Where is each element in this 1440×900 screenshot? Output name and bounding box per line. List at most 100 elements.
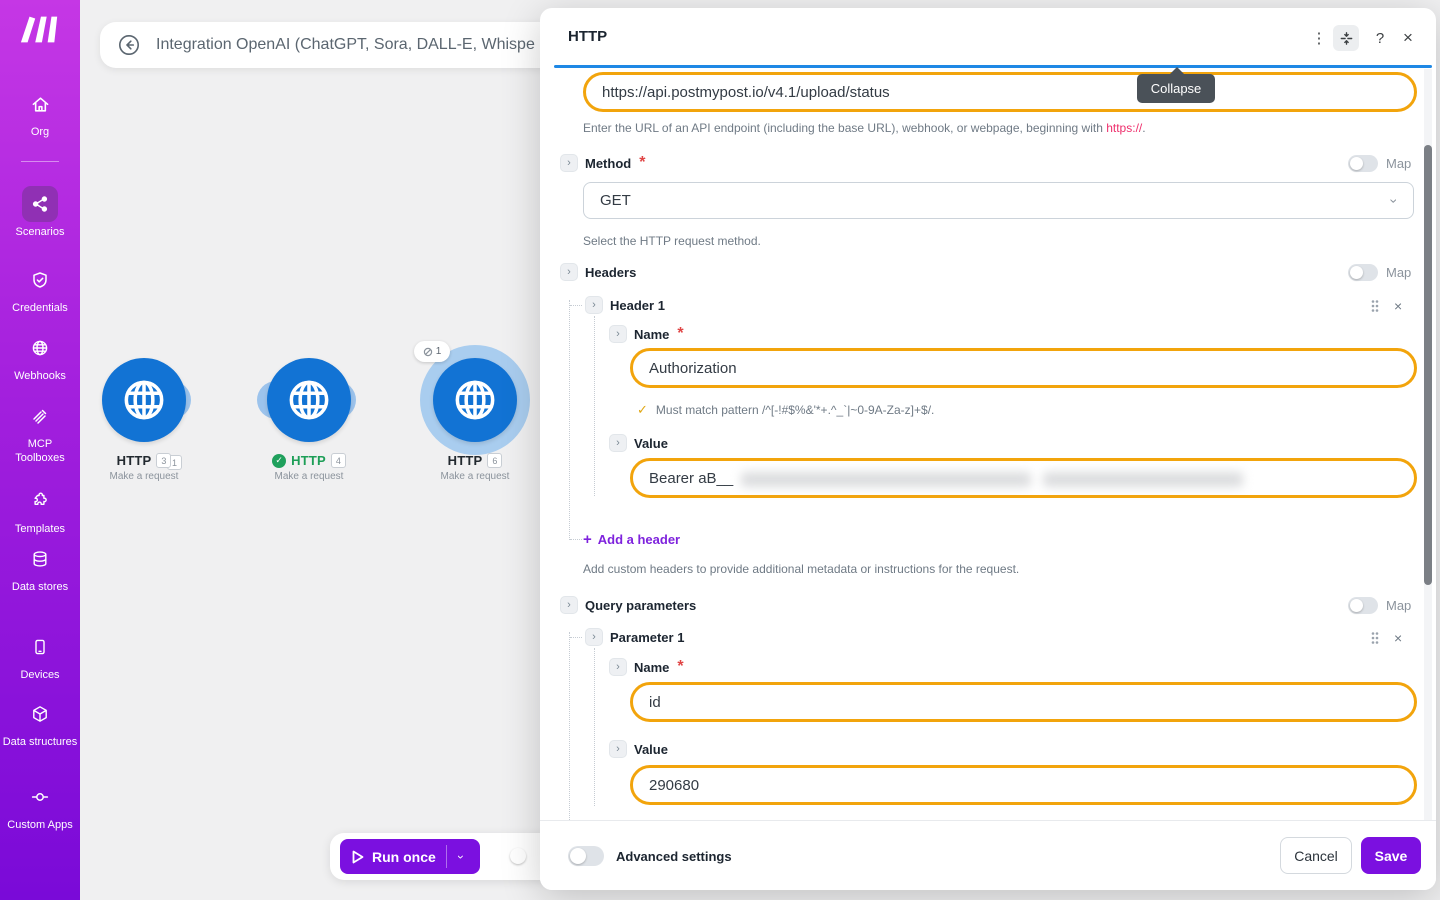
collapse-tooltip: Collapse <box>1137 74 1215 103</box>
sidebar-item-templates[interactable]: Templates <box>0 483 80 536</box>
back-button[interactable] <box>118 34 140 56</box>
module-http-4[interactable] <box>267 358 351 442</box>
query-map-group: Map <box>1348 597 1411 614</box>
cycle-count-badge[interactable]: 1 <box>414 341 450 362</box>
module-http-3[interactable] <box>102 358 186 442</box>
headers-help: Add custom headers to provide additional… <box>583 562 1019 576</box>
close-icon[interactable]: × <box>1395 25 1421 51</box>
sidebar-item-label: Data stores <box>2 580 78 594</box>
sidebar-item-label: MCP Toolboxes <box>2 437 78 465</box>
puzzle-icon <box>22 483 58 519</box>
drag-handle-icon[interactable] <box>1370 631 1380 645</box>
sidebar-item-devices[interactable]: Devices <box>0 629 80 682</box>
header-value-row: Value <box>609 434 668 452</box>
share-icon <box>22 186 58 222</box>
chevron-right-icon[interactable] <box>585 296 603 314</box>
value-label: Value <box>634 742 668 757</box>
method-value: GET <box>584 192 1392 209</box>
connector-icon <box>22 779 58 815</box>
chevron-right-icon[interactable] <box>560 263 578 281</box>
map-toggle[interactable] <box>1348 597 1378 614</box>
url-input[interactable] <box>586 84 1414 101</box>
sidebar-item-mcp-toolboxes[interactable]: MCP Toolboxes <box>0 398 80 465</box>
help-icon[interactable]: ? <box>1367 25 1393 51</box>
sidebar-item-org[interactable]: Org <box>0 86 80 139</box>
headers-section-row: Headers <box>560 263 636 281</box>
drag-handle-icon[interactable] <box>1370 299 1380 313</box>
http-settings-modal: HTTP ⋮ ? × Collapse Enter the URL of an … <box>540 8 1436 890</box>
cycle-count: 1 <box>436 346 442 357</box>
url-field <box>583 72 1417 112</box>
map-label: Map <box>1386 156 1411 171</box>
cancel-button[interactable]: Cancel <box>1280 837 1352 874</box>
chevron-right-icon[interactable] <box>609 740 627 758</box>
sidebar-divider <box>21 161 59 162</box>
kebab-menu-icon[interactable]: ⋮ <box>1306 25 1332 51</box>
module-label: HTTP 3 Make a request <box>74 453 214 482</box>
remove-parameter-icon[interactable]: × <box>1394 630 1402 646</box>
cycle-icon <box>423 347 433 357</box>
sidebar-item-label: Data structures <box>2 735 78 749</box>
remove-header-icon[interactable]: × <box>1394 298 1402 314</box>
header-name-input[interactable] <box>633 360 1414 377</box>
method-label: Method <box>585 156 631 171</box>
chevron-down-icon <box>1387 198 1403 203</box>
param-value-field <box>630 765 1417 805</box>
sidebar-item-custom-apps[interactable]: Custom Apps <box>0 779 80 832</box>
chevron-right-icon[interactable] <box>609 434 627 452</box>
database-icon <box>22 541 58 577</box>
make-logo[interactable] <box>19 13 61 45</box>
scrollbar-thumb[interactable] <box>1424 145 1432 585</box>
chevron-right-icon[interactable] <box>585 628 603 646</box>
header1-label: Header 1 <box>610 298 665 313</box>
collapse-icon[interactable] <box>1333 25 1359 51</box>
run-toolbar: Run once <box>330 833 570 880</box>
sidebar-item-webhooks[interactable]: Webhooks <box>0 330 80 383</box>
required-mark: * <box>677 325 683 343</box>
chevron-right-icon[interactable] <box>560 154 578 172</box>
brush-icon <box>22 398 58 434</box>
indent-guide <box>569 300 570 540</box>
headers-map-group: Map <box>1348 264 1411 281</box>
sidebar-item-credentials[interactable]: Credentials <box>0 262 80 315</box>
module-number-badge: 6 <box>487 453 502 468</box>
indent-guide <box>594 316 595 496</box>
chevron-right-icon[interactable] <box>560 596 578 614</box>
sidebar-item-scenarios[interactable]: Scenarios <box>0 186 80 239</box>
advanced-settings-toggle[interactable] <box>568 846 604 866</box>
scenario-title: Integration OpenAI (ChatGPT, Sora, DALL-… <box>156 36 535 54</box>
param-name-input[interactable] <box>633 694 1414 711</box>
device-icon <box>22 629 58 665</box>
header-name-field <box>630 348 1417 388</box>
chevron-right-icon[interactable] <box>609 658 627 676</box>
sidebar-item-label: Credentials <box>2 301 78 315</box>
advanced-settings-group: Advanced settings <box>568 846 732 866</box>
sidebar-item-data-stores[interactable]: Data stores <box>0 541 80 594</box>
sidebar-item-data-structures[interactable]: Data structures <box>0 696 80 749</box>
play-icon <box>352 850 364 864</box>
valid-check-icon <box>637 402 648 418</box>
indent-guide <box>594 648 595 806</box>
indent-guide <box>570 539 582 540</box>
method-select[interactable]: GET <box>583 182 1414 219</box>
required-mark: * <box>677 658 683 676</box>
run-once-button[interactable]: Run once <box>340 839 480 874</box>
save-button[interactable]: Save <box>1361 837 1421 874</box>
chevron-right-icon[interactable] <box>609 325 627 343</box>
map-toggle[interactable] <box>1348 155 1378 172</box>
add-header-button[interactable]: Add a header <box>583 531 680 548</box>
scenario-header: Integration OpenAI (ChatGPT, Sora, DALL-… <box>100 22 570 68</box>
param-value-input[interactable] <box>633 777 1414 794</box>
sidebar-item-label: Devices <box>2 668 78 682</box>
map-toggle[interactable] <box>1348 264 1378 281</box>
module-http-6[interactable] <box>433 358 517 442</box>
redacted-token <box>1043 472 1243 487</box>
url-help: Enter the URL of an API endpoint (includ… <box>583 121 1146 135</box>
module-subtitle: Make a request <box>405 471 545 482</box>
success-check-icon: ✓ <box>272 454 286 468</box>
module-name: HTTP <box>448 453 483 468</box>
globe-icon <box>22 330 58 366</box>
indent-guide <box>570 637 582 638</box>
run-options-chevron[interactable] <box>447 850 475 864</box>
https-link[interactable]: https:// <box>1106 121 1142 135</box>
